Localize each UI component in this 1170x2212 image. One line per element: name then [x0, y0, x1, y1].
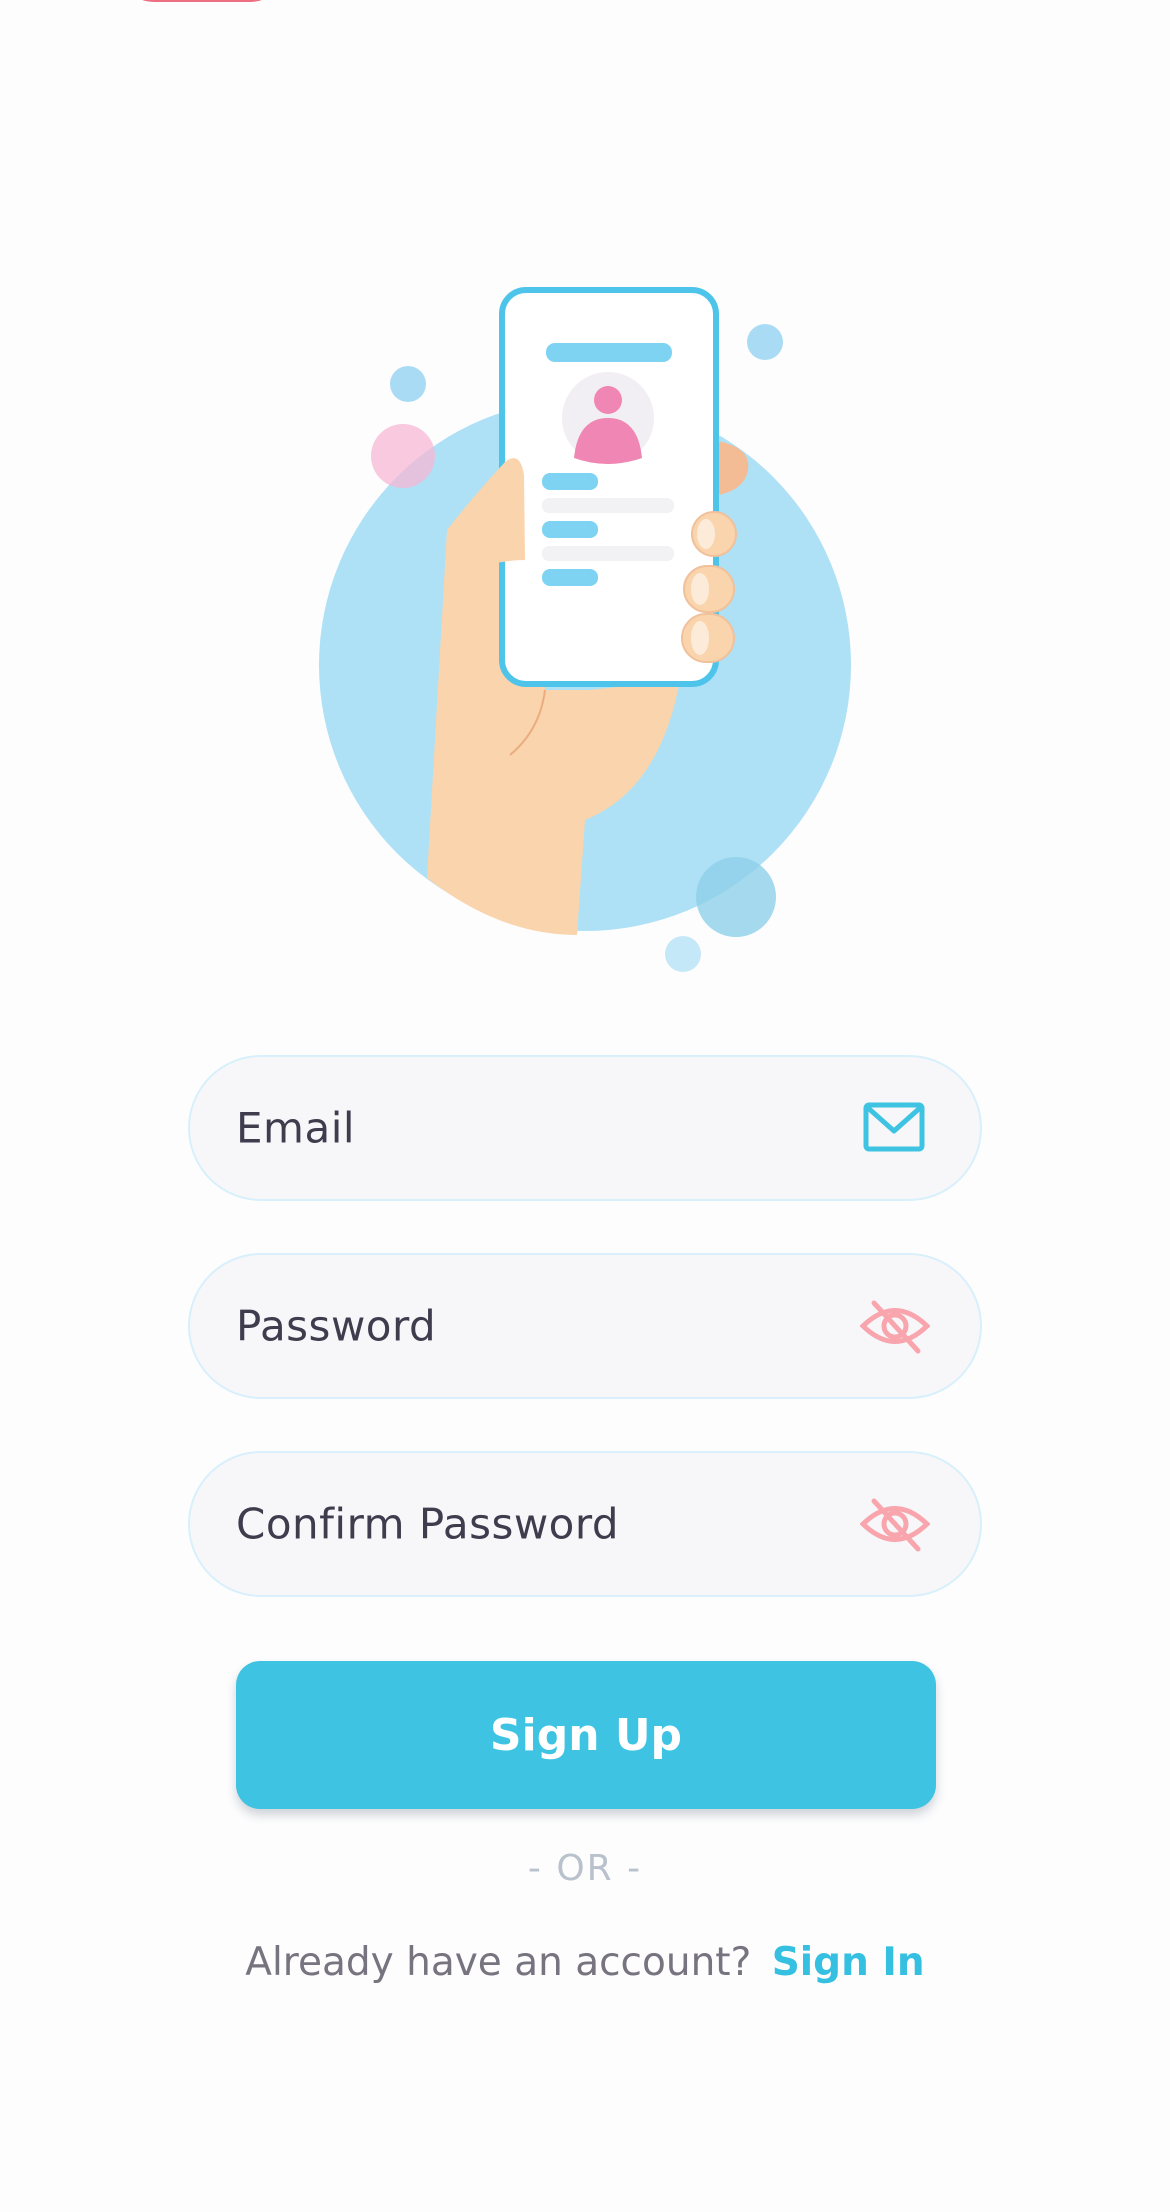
bubble: [390, 366, 426, 402]
bubble: [747, 324, 783, 360]
eye-off-icon[interactable]: [860, 1297, 930, 1355]
fingernail: [691, 573, 709, 605]
bubble: [371, 424, 435, 488]
fingernail: [697, 519, 715, 549]
email-field-label: Email: [236, 1103, 356, 1153]
avatar-head: [594, 386, 622, 414]
confirm-password-field-label: Confirm Password: [236, 1499, 620, 1549]
fingernail: [691, 621, 709, 655]
phone-header-bar: [546, 343, 672, 362]
signup-illustration: [319, 287, 851, 972]
bubble: [665, 936, 701, 972]
signup-button-label: Sign Up: [489, 1709, 683, 1761]
phone-line: [542, 521, 598, 538]
signin-prompt-row: Already have an account? Sign In: [0, 1940, 1170, 1985]
phone-line: [542, 498, 674, 513]
password-field-label: Password: [236, 1301, 437, 1351]
signup-button[interactable]: Sign Up: [236, 1661, 936, 1809]
confirm-password-field[interactable]: Confirm Password: [188, 1451, 982, 1597]
password-field[interactable]: Password: [188, 1253, 982, 1399]
signin-prompt-text: Already have an account?: [245, 1940, 752, 1985]
phone-line: [542, 473, 598, 490]
phone-line: [542, 569, 598, 586]
envelope-icon: [860, 1099, 930, 1157]
phone-line: [542, 546, 674, 561]
or-divider: - OR -: [527, 1848, 643, 1889]
eye-off-icon[interactable]: [860, 1495, 930, 1553]
signin-link[interactable]: Sign In: [772, 1940, 925, 1985]
bubble: [696, 857, 776, 937]
email-field[interactable]: Email: [188, 1055, 982, 1201]
